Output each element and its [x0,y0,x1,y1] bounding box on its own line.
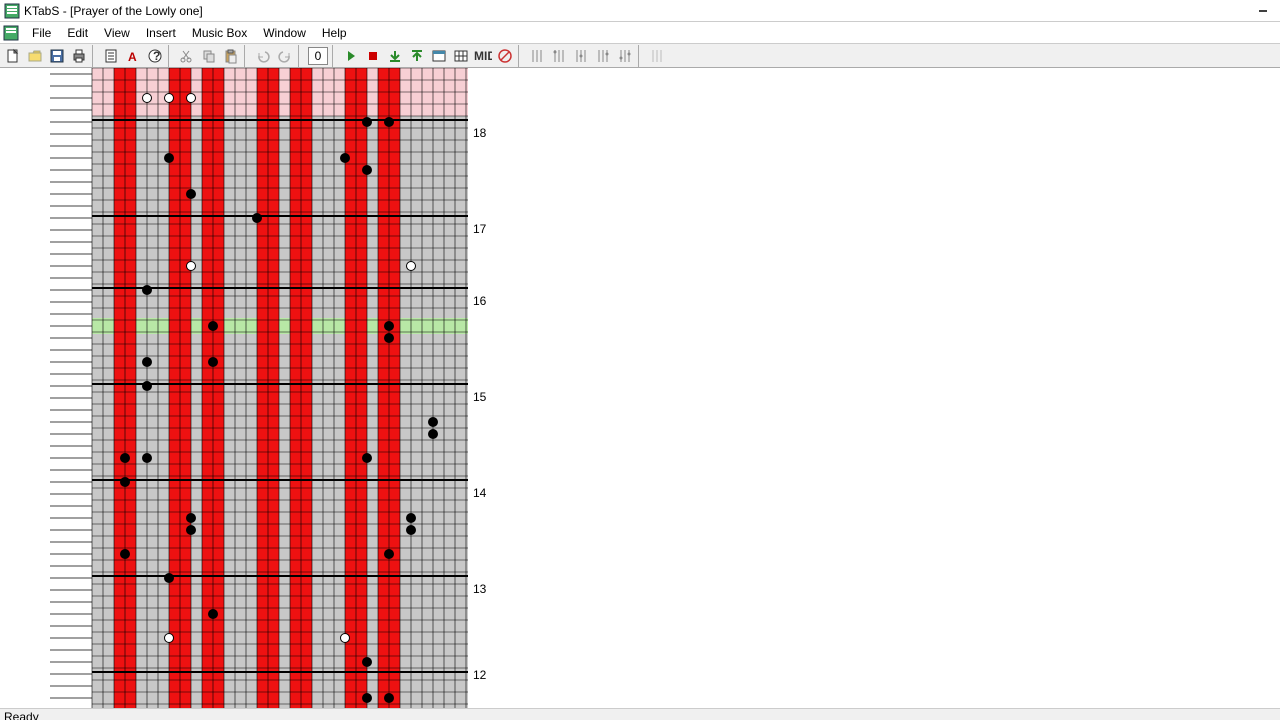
upload-button[interactable] [406,45,428,67]
tablature-canvas[interactable] [0,68,470,708]
measure-number: 15 [473,390,486,404]
svg-text:A: A [128,50,137,64]
save-button[interactable] [46,45,68,67]
about-button[interactable]: ? [144,45,166,67]
chord-tool-6[interactable] [646,45,668,67]
menu-edit[interactable]: Edit [59,24,96,42]
chord-tool-2[interactable] [548,45,570,67]
status-bar: Ready [0,708,1280,720]
chord-tool-3[interactable] [570,45,592,67]
stop-button[interactable] [362,45,384,67]
toolbar-separator [332,45,338,67]
window-title: KTabS - [Prayer of the Lowly one] [24,4,1250,18]
font-button[interactable]: A [122,45,144,67]
menu-insert[interactable]: Insert [138,24,184,42]
undo-button[interactable] [252,45,274,67]
play-button[interactable] [340,45,362,67]
app-icon [4,3,20,19]
toolbar: A ? 0 MIDI [0,44,1280,68]
measure-number: 13 [473,582,486,596]
mdi-system-icon[interactable] [2,24,20,42]
disable-button[interactable] [494,45,516,67]
measure-number: 14 [473,486,486,500]
menu-bar: File Edit View Insert Music Box Window H… [0,22,1280,44]
status-text: Ready [4,710,39,720]
grid-toggle-button[interactable] [450,45,472,67]
toolbar-separator [518,45,524,67]
redo-button[interactable] [274,45,296,67]
measure-number: 12 [473,668,486,682]
new-button[interactable] [2,45,24,67]
toolbar-separator [298,45,304,67]
svg-text:?: ? [153,49,160,63]
chord-tool-4[interactable] [592,45,614,67]
print-button[interactable] [68,45,90,67]
toolbar-separator [638,45,644,67]
menu-window[interactable]: Window [255,24,314,42]
workspace[interactable]: 18 17 16 15 14 13 12 [0,68,1280,708]
copy-button[interactable] [198,45,220,67]
midi-button[interactable]: MIDI [472,45,494,67]
measure-number: 17 [473,222,486,236]
download-button[interactable] [384,45,406,67]
menu-view[interactable]: View [96,24,138,42]
transpose-counter[interactable]: 0 [308,47,328,65]
measure-number: 18 [473,126,486,140]
menu-file[interactable]: File [24,24,59,42]
chord-tool-5[interactable] [614,45,636,67]
measure-number: 16 [473,294,486,308]
view-toggle-button[interactable] [428,45,450,67]
toolbar-separator [244,45,250,67]
chord-tool-1[interactable] [526,45,548,67]
toolbar-separator [92,45,98,67]
minimize-button[interactable] [1250,2,1276,20]
paste-button[interactable] [220,45,242,67]
toolbar-separator [168,45,174,67]
menu-musicbox[interactable]: Music Box [184,24,255,42]
title-bar: KTabS - [Prayer of the Lowly one] [0,0,1280,22]
properties-button[interactable] [100,45,122,67]
open-button[interactable] [24,45,46,67]
menu-help[interactable]: Help [314,24,355,42]
svg-text:MIDI: MIDI [474,49,492,63]
cut-button[interactable] [176,45,198,67]
